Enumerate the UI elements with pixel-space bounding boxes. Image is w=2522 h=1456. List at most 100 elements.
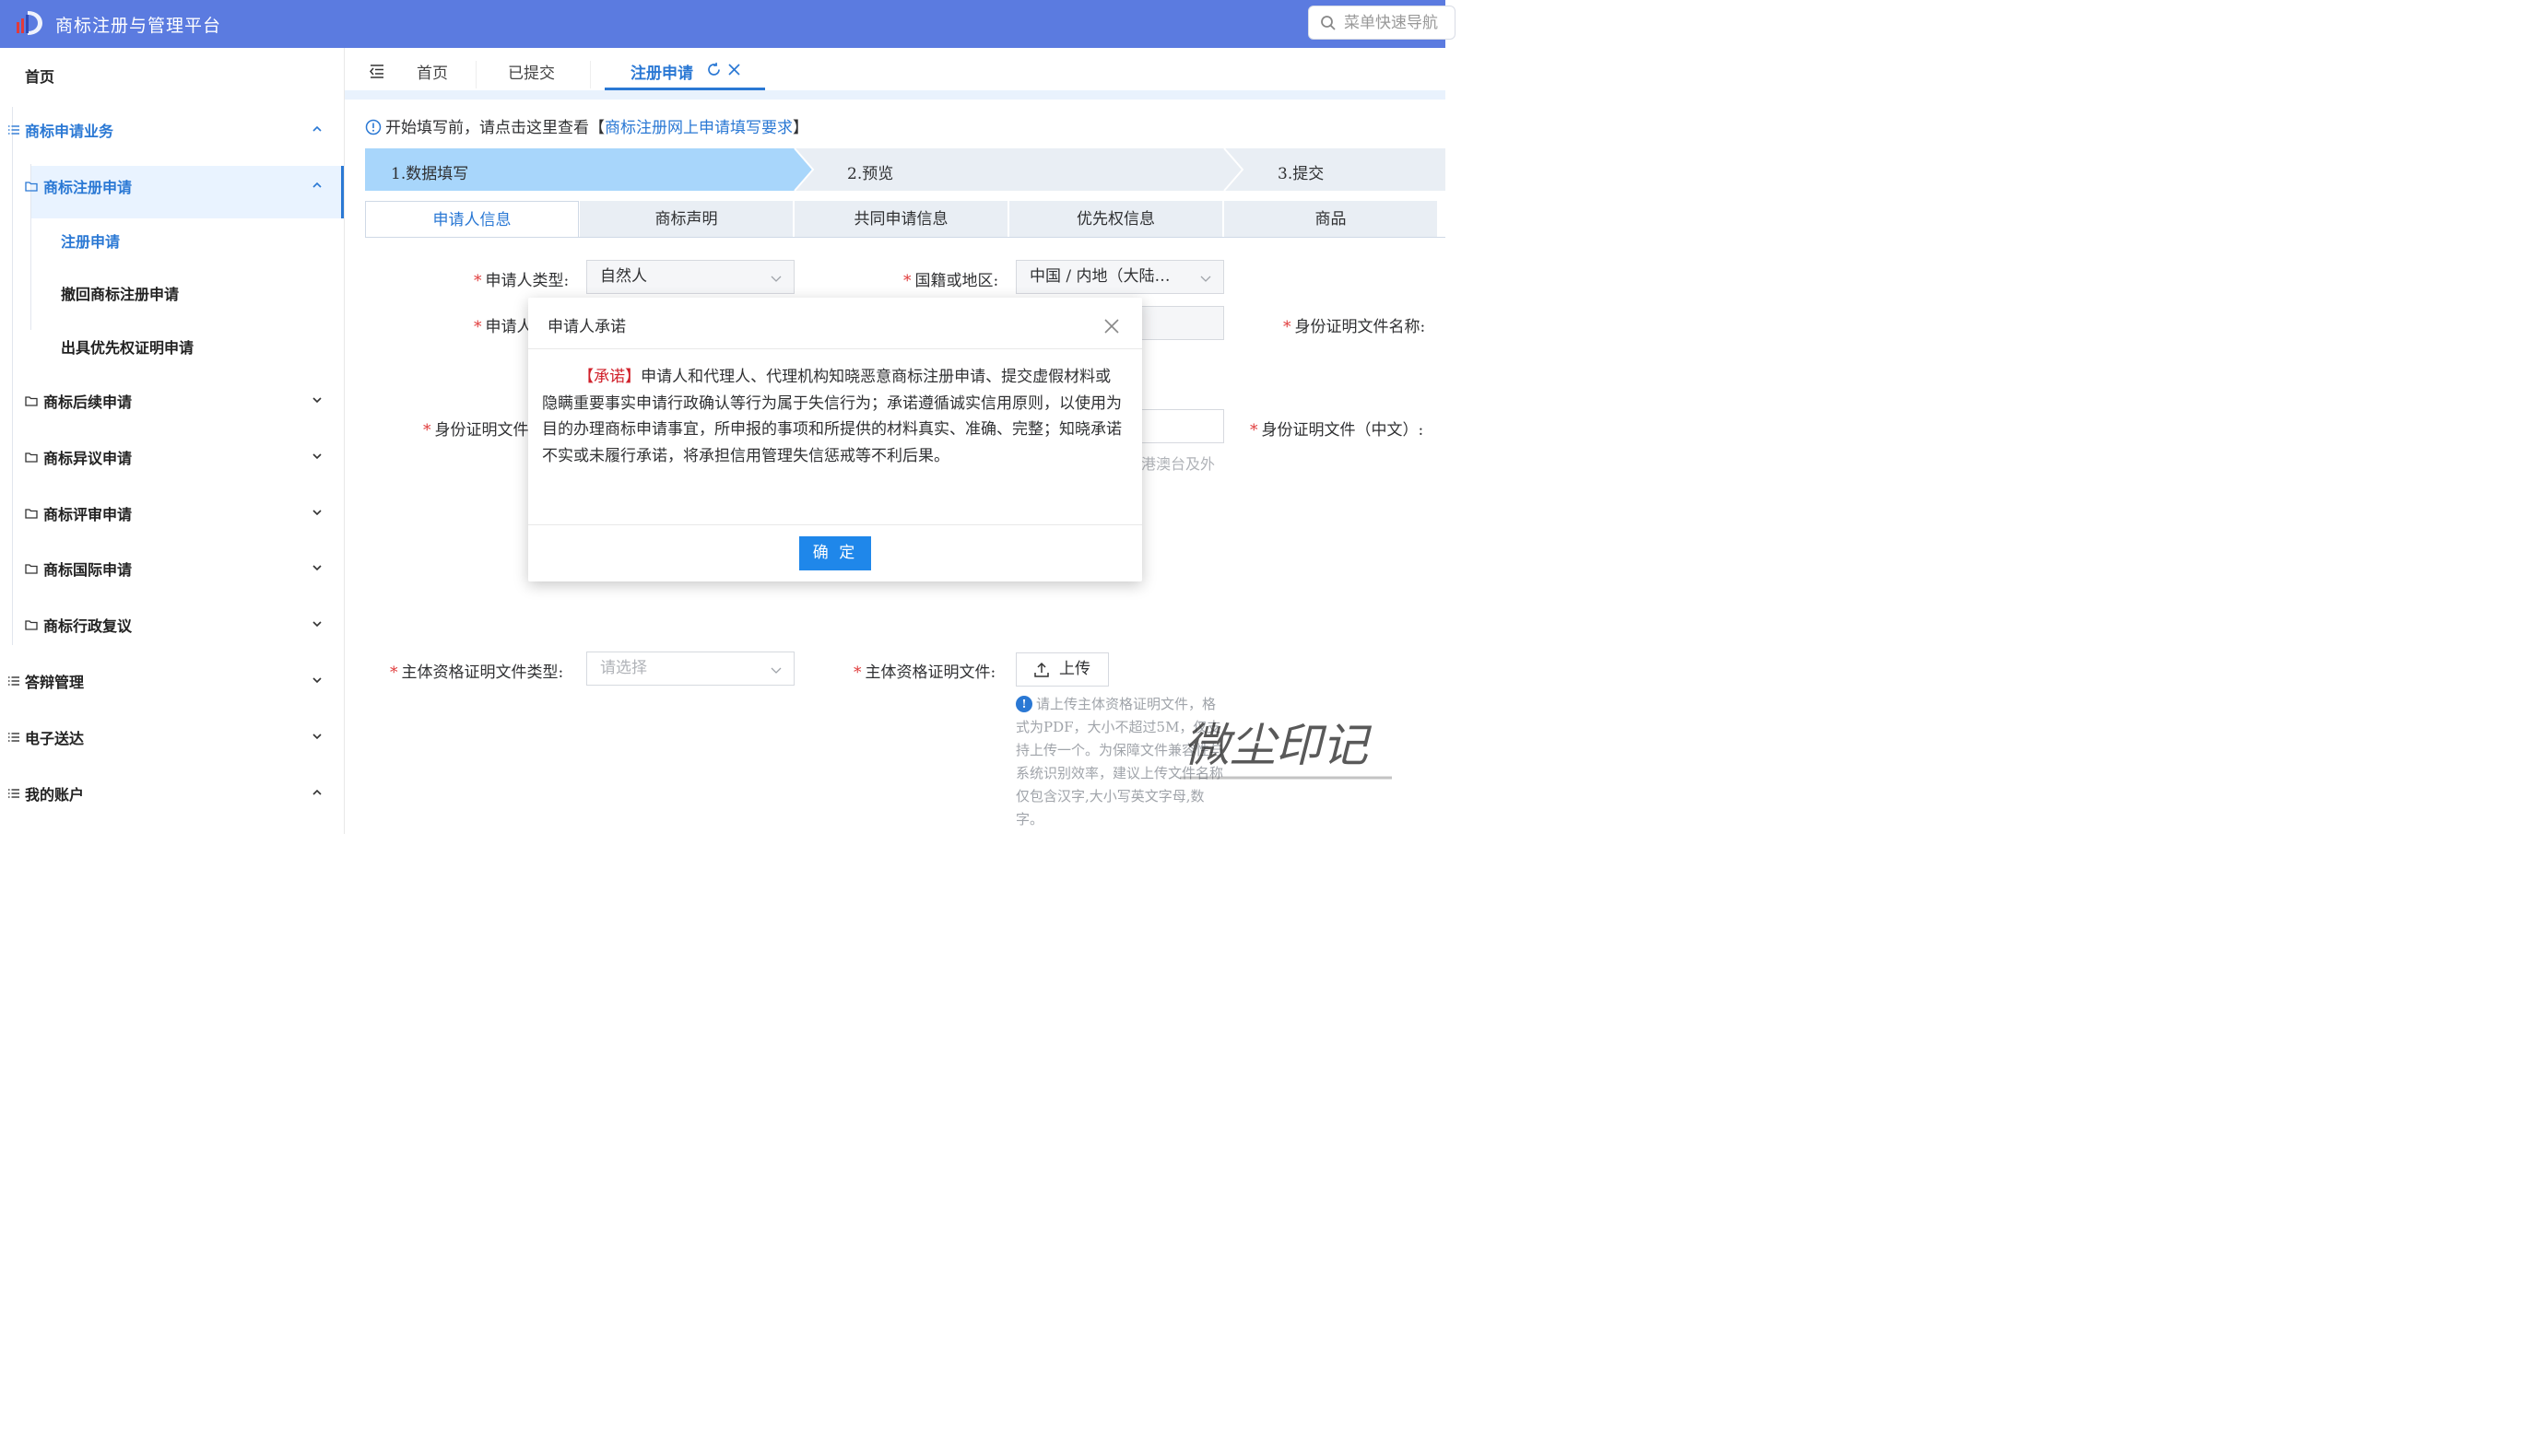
applicant-type-select[interactable]: 自然人 (586, 260, 795, 294)
chevron-down-icon (1200, 276, 1211, 282)
sidebar-item-defense[interactable]: 答辩管理 (0, 663, 343, 699)
dialog-body: 【承诺】申请人和代理人、代理机构知晓恶意商标注册申请、提交虚假材料或隐瞒重要事实… (542, 364, 1123, 469)
sidebar-item-label: 注册申请 (61, 233, 121, 251)
sidebar-item-label: 首页 (25, 68, 55, 86)
folder-icon (25, 452, 38, 463)
entity-doc-label: * 主体资格证明文件: (854, 663, 996, 682)
id-doc-name-label: * 身份证明文件名称: (1283, 318, 1426, 336)
form-tab-applicant-info[interactable]: 申请人信息 (365, 201, 579, 238)
applicant-name-input[interactable] (1139, 306, 1224, 340)
upload-icon (1034, 662, 1049, 677)
notice-prefix: 开始填写前，请点击这里查看【 (385, 119, 605, 137)
list-icon (8, 733, 19, 742)
tab-divider (590, 61, 591, 88)
close-tab-icon[interactable] (727, 63, 741, 76)
chevron-down-icon (312, 734, 322, 740)
sidebar-item-trademark-application[interactable]: 商标申请业务 (0, 112, 343, 148)
chevron-up-icon (312, 789, 322, 795)
menu-search-input[interactable] (1344, 10, 1464, 36)
sidebar-item-opposition[interactable]: 商标异议申请 (0, 439, 343, 476)
tab-submitted[interactable]: 已提交 (508, 60, 555, 83)
sidebar-item-international[interactable]: 商标国际申请 (0, 550, 343, 587)
form-tab-priority-info[interactable]: 优先权信息 (1009, 201, 1223, 238)
folder-icon (25, 564, 38, 574)
svg-text:微尘印记: 微尘印记 (1184, 719, 1373, 772)
applicant-name-label: * 申请人 (474, 318, 533, 336)
nationality-label: * 国籍或地区: (903, 272, 999, 290)
top-header: 商标注册与管理平台 (0, 0, 1464, 48)
close-icon[interactable] (1102, 317, 1121, 335)
tabs-bar-shadow (345, 90, 1445, 100)
list-icon (8, 125, 19, 135)
chevron-up-icon (312, 182, 322, 188)
sidebar-item-home[interactable]: 首页 (0, 57, 343, 94)
id-doc-hint: 港澳台及外 (1141, 455, 1216, 473)
search-icon (1321, 16, 1336, 30)
tab-active-underline (605, 88, 765, 90)
info-circle-icon (365, 119, 382, 135)
form-tab-joint-application[interactable]: 共同申请信息 (795, 201, 1008, 238)
applicant-type-label: * 申请人类型: (474, 272, 570, 290)
chevron-up-icon (312, 125, 322, 132)
sidebar-item-label: 我的账户 (25, 786, 85, 804)
tab-divider (476, 61, 477, 88)
chevron-down-icon (312, 510, 322, 516)
id-doc-label: * 身份证明文件 (423, 421, 529, 440)
sidebar-item-label: 商标行政复议 (43, 617, 133, 635)
chevron-down-icon (312, 677, 322, 684)
list-icon (8, 676, 19, 686)
tab-register-active[interactable]: 注册申请 (630, 60, 693, 83)
entity-doc-type-select[interactable]: 请选择 (586, 652, 795, 686)
chevron-down-icon (312, 453, 322, 460)
confirm-button[interactable]: 确 定 (799, 536, 871, 570)
promise-tag: 【承诺】 (578, 368, 642, 386)
form-tab-trademark-declaration[interactable]: 商标声明 (580, 201, 794, 238)
chevron-down-icon (312, 397, 322, 404)
chevron-down-icon (312, 621, 322, 628)
sidebar-item-priority-certificate[interactable]: 出具优先权证明申请 (0, 328, 343, 365)
notice-suffix: 】 (793, 119, 808, 137)
upload-button[interactable]: 上传 (1016, 652, 1109, 687)
sidebar-item-label: 答辩管理 (25, 674, 85, 691)
sidebar-item-withdraw[interactable]: 撤回商标注册申请 (0, 275, 343, 311)
sidebar-item-label: 商标申请业务 (25, 123, 114, 140)
sidebar-item-label: 商标注册申请 (43, 179, 133, 196)
sidebar-item-label: 商标后续申请 (43, 393, 133, 411)
nationality-select[interactable]: 中国 / 内地（大陆… (1016, 260, 1224, 294)
sidebar-item-label: 撤回商标注册申请 (61, 286, 180, 303)
form-tab-goods[interactable]: 商品 (1224, 201, 1438, 238)
chevron-down-icon (312, 565, 322, 571)
dialog-divider (528, 348, 1142, 349)
fill-requirements-link[interactable]: 商标注册网上申请填写要求 (605, 119, 793, 137)
tab-home[interactable]: 首页 (417, 60, 448, 83)
sidebar-item-administrative-review[interactable]: 商标行政复议 (0, 606, 343, 643)
sidebar-item-my-account[interactable]: 我的账户 (0, 775, 343, 812)
dialog-title: 申请人承诺 (548, 318, 626, 336)
sidebar-item-label: 电子送达 (25, 730, 85, 747)
chevron-down-icon (771, 667, 782, 674)
id-doc-input[interactable] (1139, 409, 1224, 443)
sidebar-item-follow-up[interactable]: 商标后续申请 (0, 382, 343, 419)
sidebar-item-registration-application[interactable]: 商标注册申请 (0, 168, 343, 205)
entity-doc-type-label: * 主体资格证明文件类型: (390, 663, 564, 682)
info-icon: ! (1016, 696, 1032, 712)
app-title: 商标注册与管理平台 (55, 16, 222, 36)
menu-search-box[interactable] (1308, 6, 1464, 40)
collapse-menu-icon[interactable] (369, 63, 385, 79)
folder-icon (25, 396, 38, 406)
sidebar-item-review[interactable]: 商标评审申请 (0, 495, 343, 532)
platform-logo-icon (17, 11, 42, 35)
dialog-divider (528, 524, 1142, 525)
id-doc-cn-label: * 身份证明文件（中文）: (1250, 421, 1424, 440)
step-2: 2.预览 (847, 165, 894, 183)
step-3: 3.提交 (1278, 165, 1325, 183)
fill-notice: 开始填写前，请点击这里查看【商标注册网上申请填写要求】 (365, 114, 808, 137)
sidebar-item-label: 商标国际申请 (43, 561, 133, 579)
list-icon (8, 789, 19, 798)
watermark-stamp: 微尘印记 (1180, 719, 1392, 780)
sidebar-item-register[interactable]: 注册申请 (0, 222, 343, 259)
sidebar-item-e-delivery[interactable]: 电子送达 (0, 719, 343, 756)
folder-icon (25, 509, 38, 519)
refresh-icon[interactable] (706, 62, 722, 77)
sidebar-item-label: 出具优先权证明申请 (61, 339, 194, 357)
